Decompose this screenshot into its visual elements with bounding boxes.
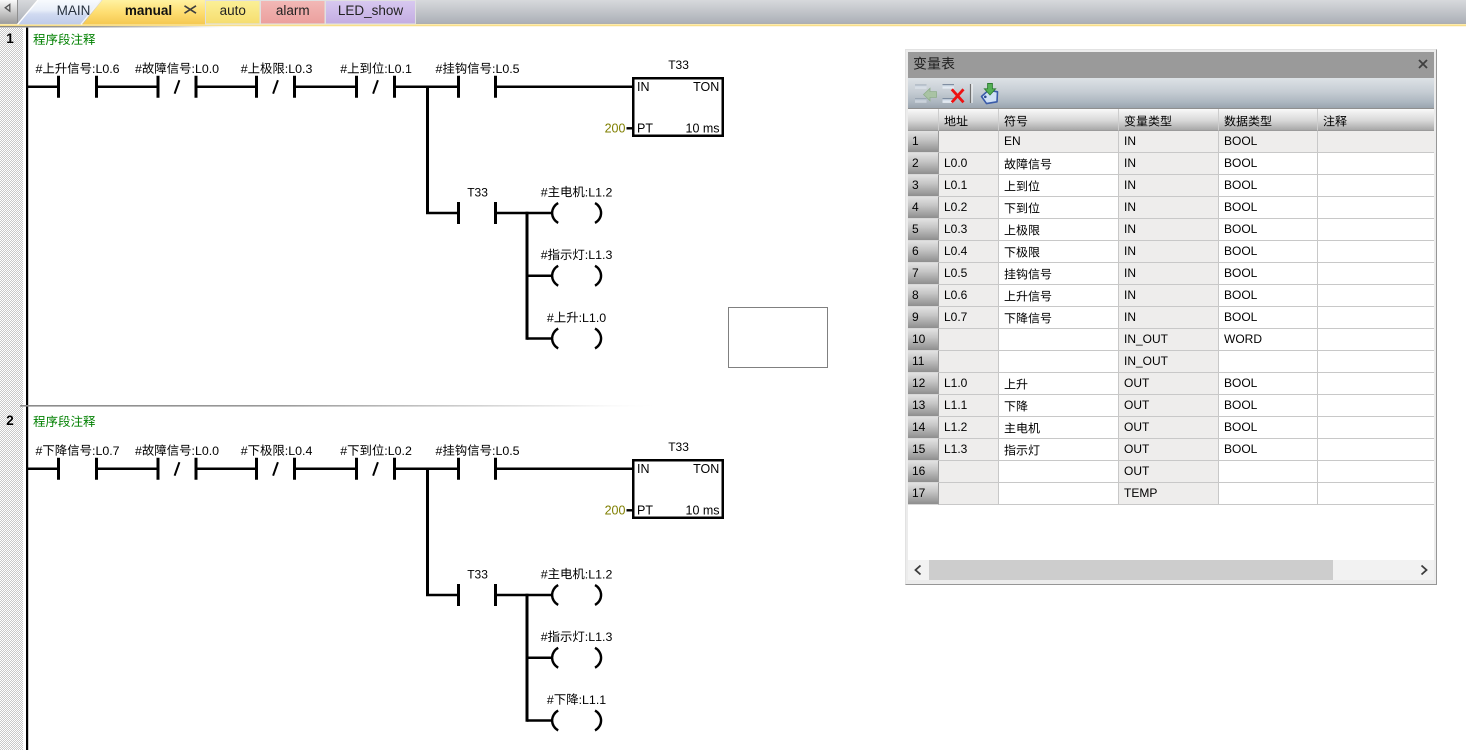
svg-text::L1.3: :L1.3 xyxy=(585,248,613,262)
svg-text:#: # xyxy=(541,185,548,199)
svg-text:200: 200 xyxy=(605,122,626,136)
svg-text:IN: IN xyxy=(637,80,650,94)
svg-text::L0.3: :L0.3 xyxy=(285,62,313,76)
svg-text:#: # xyxy=(541,248,548,262)
svg-text::L0.2: :L0.2 xyxy=(384,444,412,458)
svg-text:#: # xyxy=(241,62,248,76)
svg-text:auto: auto xyxy=(220,3,246,18)
svg-text:PT: PT xyxy=(637,504,653,518)
svg-text:2: 2 xyxy=(6,413,14,428)
svg-text::L0.6: :L0.6 xyxy=(92,62,120,76)
svg-text:#: # xyxy=(340,62,347,76)
svg-text:#: # xyxy=(436,444,443,458)
svg-text:#: # xyxy=(36,444,43,458)
svg-text:T33: T33 xyxy=(467,186,488,200)
svg-text:#: # xyxy=(135,62,142,76)
svg-text::L0.0: :L0.0 xyxy=(192,444,220,458)
svg-text:#: # xyxy=(541,567,548,581)
svg-text::L1.0: :L1.0 xyxy=(579,311,607,325)
svg-text::L0.0: :L0.0 xyxy=(192,62,220,76)
svg-text::L1.1: :L1.1 xyxy=(579,693,607,707)
svg-text:1: 1 xyxy=(6,31,14,46)
svg-text:#: # xyxy=(541,630,548,644)
svg-text:T33: T33 xyxy=(467,568,488,582)
svg-text:#: # xyxy=(340,444,347,458)
svg-text::L0.5: :L0.5 xyxy=(492,62,520,76)
svg-text:LED_show: LED_show xyxy=(338,3,404,18)
svg-text:10 ms: 10 ms xyxy=(686,504,720,518)
svg-text:MAIN: MAIN xyxy=(57,3,91,18)
svg-text::L1.2: :L1.2 xyxy=(585,185,613,199)
svg-text:IN: IN xyxy=(637,462,650,476)
svg-text:PT: PT xyxy=(637,122,653,136)
svg-text:TON: TON xyxy=(693,80,719,94)
svg-text:#: # xyxy=(241,444,248,458)
svg-text::L0.7: :L0.7 xyxy=(92,444,120,458)
svg-text:#: # xyxy=(547,693,554,707)
svg-text:manual: manual xyxy=(125,3,172,18)
svg-text:T33: T33 xyxy=(668,440,689,454)
svg-text::L0.4: :L0.4 xyxy=(285,444,313,458)
svg-text::L0.1: :L0.1 xyxy=(384,62,412,76)
svg-text::L1.2: :L1.2 xyxy=(585,567,613,581)
svg-text:#: # xyxy=(36,62,43,76)
svg-text:#: # xyxy=(436,62,443,76)
svg-text::L1.3: :L1.3 xyxy=(585,630,613,644)
svg-text:TON: TON xyxy=(693,462,719,476)
svg-text:#: # xyxy=(547,311,554,325)
svg-text:alarm: alarm xyxy=(276,3,310,18)
svg-text:200: 200 xyxy=(605,504,626,518)
svg-text::L0.5: :L0.5 xyxy=(492,444,520,458)
svg-text:10 ms: 10 ms xyxy=(686,122,720,136)
svg-text:T33: T33 xyxy=(668,58,689,72)
svg-text:#: # xyxy=(135,444,142,458)
